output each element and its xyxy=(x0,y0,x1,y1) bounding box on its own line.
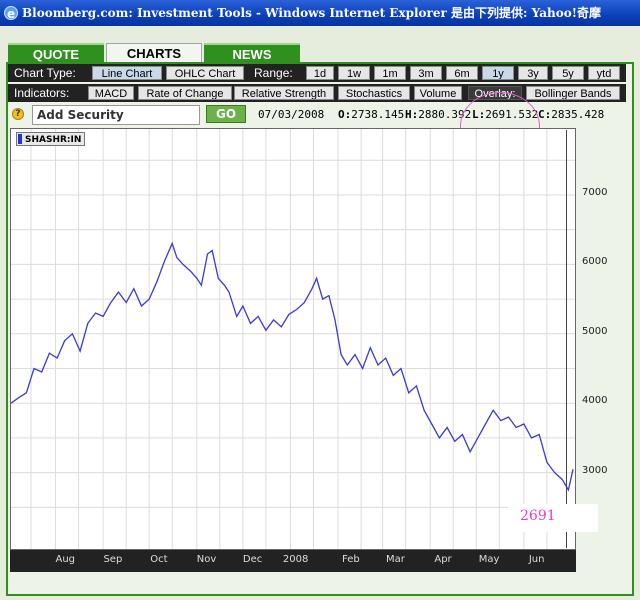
internet-explorer-icon xyxy=(4,1,18,26)
tab-quote[interactable]: QUOTE xyxy=(8,43,104,63)
open-value: O:2738.145 xyxy=(338,108,404,121)
range-6m-button[interactable]: 6m xyxy=(446,66,478,80)
chart-cursor-line xyxy=(566,130,567,548)
quote-date: 07/03/2008 xyxy=(258,108,325,121)
volume-button[interactable]: Volume xyxy=(414,86,462,100)
rate-of-change-button[interactable]: Rate of Change xyxy=(138,86,232,100)
range-5y-button[interactable]: 5y xyxy=(552,66,584,80)
chart-type-label: Chart Type: xyxy=(14,66,76,80)
tab-bar: QUOTE CHARTS NEWS xyxy=(6,43,632,63)
price-series-line xyxy=(11,241,574,492)
y-axis: 3000 4000 5000 6000 7000 xyxy=(576,128,624,550)
indicators-label: Indicators: xyxy=(14,86,70,100)
x-tick-label: Nov xyxy=(196,554,217,565)
price-chart-svg xyxy=(11,129,575,549)
open-label: O: xyxy=(338,108,352,121)
x-tick-label: May xyxy=(478,554,500,565)
line-chart-button[interactable]: Line Chart xyxy=(92,66,162,80)
window-title: Bloomberg.com: Investment Tools - Window… xyxy=(22,6,602,20)
range-ytd-button[interactable]: ytd xyxy=(588,66,620,80)
close-value: C:2835.428 xyxy=(538,108,604,121)
range-1m-button[interactable]: 1m xyxy=(374,66,406,80)
x-tick-label: Jun xyxy=(528,554,545,565)
window-titlebar: Bloomberg.com: Investment Tools - Window… xyxy=(0,0,640,26)
x-tick-label: 2008 xyxy=(282,554,309,565)
x-tick-label: Dec xyxy=(242,554,263,565)
annotation-text: 2691 xyxy=(520,508,556,524)
tab-charts[interactable]: CHARTS xyxy=(106,43,202,63)
relative-strength-button[interactable]: Relative Strength xyxy=(234,86,334,100)
macd-button[interactable]: MACD xyxy=(88,86,134,100)
indicators-bar: Indicators: MACD Rate of Change Relative… xyxy=(8,84,626,102)
open-number: 2738.145 xyxy=(351,108,405,121)
help-icon[interactable]: ? xyxy=(12,108,24,120)
range-label: Range: xyxy=(254,66,293,80)
x-tick-label: Sep xyxy=(103,554,123,565)
range-1w-button[interactable]: 1w xyxy=(338,66,370,80)
y-tick-label: 5000 xyxy=(582,325,608,337)
range-1y-button[interactable]: 1y xyxy=(482,66,514,80)
chart-type-range-bar: Chart Type: Line Chart OHLC Chart Range:… xyxy=(8,64,626,82)
close-label: C: xyxy=(538,108,552,121)
y-tick-label: 6000 xyxy=(582,256,608,268)
tab-news[interactable]: NEWS xyxy=(204,43,300,63)
go-button[interactable]: GO xyxy=(206,105,246,123)
bollinger-bands-button[interactable]: Bollinger Bands xyxy=(526,86,620,100)
stochastics-button[interactable]: Stochastics xyxy=(338,86,410,100)
y-tick-label: 7000 xyxy=(582,186,608,198)
ohlc-chart-button[interactable]: OHLC Chart xyxy=(166,66,244,80)
price-chart[interactable] xyxy=(10,128,576,550)
high-label: H: xyxy=(405,108,419,121)
y-tick-label: 3000 xyxy=(582,464,608,476)
close-number: 2835.428 xyxy=(551,108,605,121)
y-tick-label: 4000 xyxy=(582,395,608,407)
range-3m-button[interactable]: 3m xyxy=(410,66,442,80)
x-axis: Aug Sep Oct Nov Dec 2008 Feb Mar Apr May Jun xyxy=(10,550,576,572)
add-security-input[interactable]: Add Security xyxy=(32,105,200,125)
low-annotation: 2691 xyxy=(508,504,598,532)
symbol-tag: SHASHR:IN xyxy=(16,132,86,146)
range-3y-button[interactable]: 3y xyxy=(518,66,548,80)
x-tick-label: Apr xyxy=(434,554,452,565)
x-tick-label: Mar xyxy=(385,554,405,565)
x-tick-label: Feb xyxy=(342,554,360,565)
range-1d-button[interactable]: 1d xyxy=(306,66,334,80)
x-tick-label: Oct xyxy=(150,554,168,565)
x-tick-label: Aug xyxy=(55,554,76,565)
